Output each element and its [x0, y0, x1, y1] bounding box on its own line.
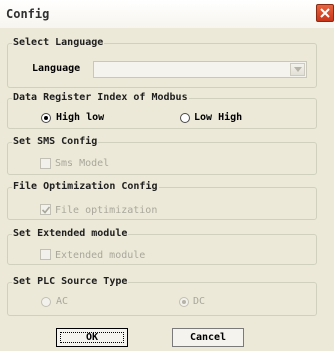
file-optimization-group-label: File Optimization Config [12, 181, 159, 192]
extended-module-group-label: Set Extended module [12, 228, 129, 239]
file-optimization-label: File optimization [55, 205, 158, 216]
radio-low-high[interactable] [180, 113, 190, 123]
dropdown-arrow-button[interactable] [290, 63, 305, 76]
low-high-label: Low High [194, 112, 243, 123]
data-register-label: Data Register Index of Modbus [12, 92, 189, 103]
high-low-label: High low [56, 112, 105, 123]
plc-source-label: Set PLC Source Type [12, 276, 129, 287]
extended-module-group: Set Extended module [7, 228, 317, 265]
plc-source-group: Set PLC Source Type [7, 276, 317, 316]
extended-module-checkbox[interactable] [40, 249, 51, 260]
cancel-button-label: Cancel [189, 332, 227, 343]
ac-label: AC [56, 296, 69, 307]
dc-label: DC [193, 296, 206, 307]
language-dropdown[interactable] [93, 61, 307, 78]
radio-dc[interactable] [179, 297, 189, 307]
ok-button[interactable]: OK [56, 328, 128, 347]
radio-high-low[interactable] [41, 113, 51, 123]
window-title: Config [6, 7, 50, 21]
close-icon [320, 8, 330, 18]
chevron-down-icon [294, 67, 302, 72]
extended-module-label: Extended module [55, 250, 146, 261]
sms-model-checkbox[interactable] [40, 158, 51, 169]
ok-button-label: OK [85, 332, 99, 343]
file-optimization-checkbox[interactable] [40, 204, 51, 215]
file-optimization-group: File Optimization Config [7, 181, 317, 220]
data-register-group: Data Register Index of Modbus [7, 92, 317, 129]
sms-config-label: Set SMS Config [12, 136, 99, 147]
check-icon [42, 206, 50, 214]
close-button[interactable] [316, 4, 334, 22]
cancel-button[interactable]: Cancel [172, 328, 244, 347]
select-language-label: Select Language [12, 37, 105, 48]
radio-ac[interactable] [41, 297, 51, 307]
sms-model-label: Sms Model [55, 158, 110, 169]
language-field-label: Language [32, 63, 81, 74]
sms-config-group: Set SMS Config [7, 136, 317, 175]
title-bar: Config [0, 0, 334, 29]
